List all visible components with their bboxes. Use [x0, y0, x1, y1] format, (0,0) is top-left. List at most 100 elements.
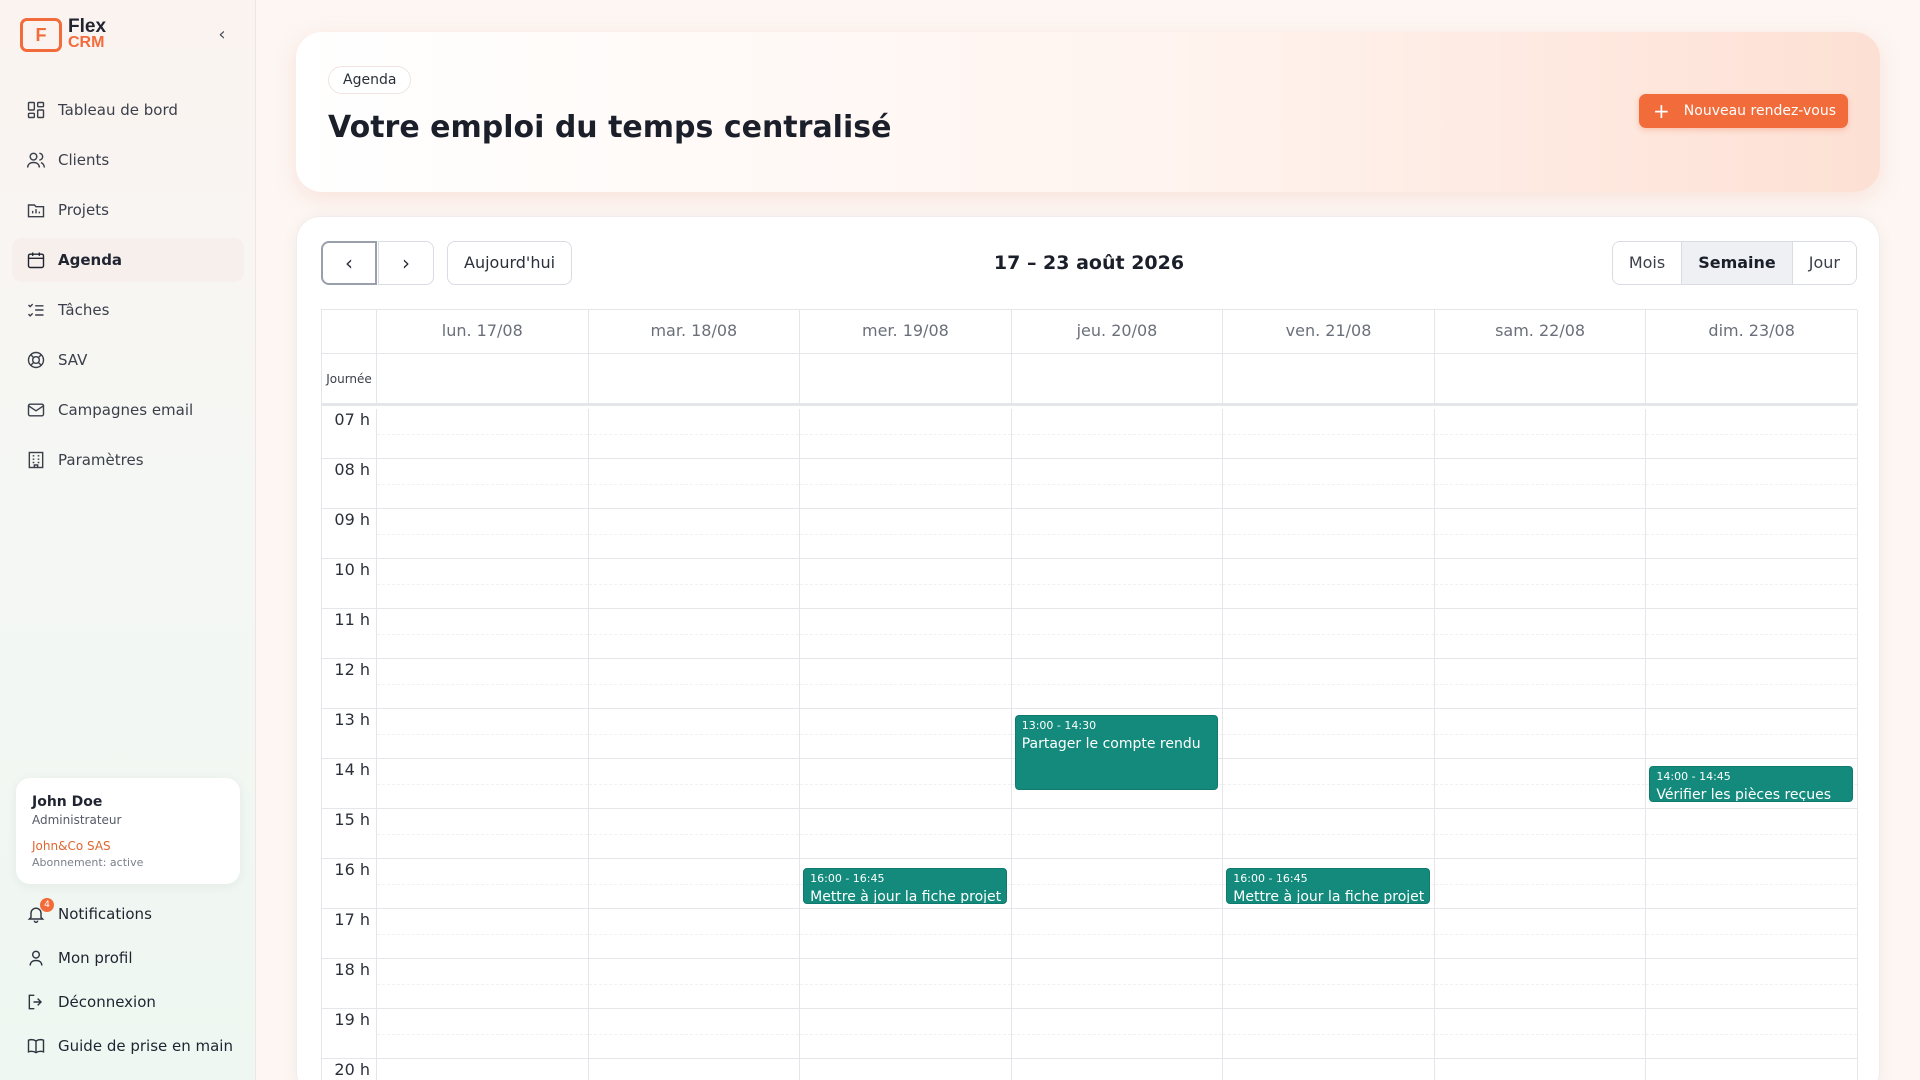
calendar-event[interactable]: 16:00 - 16:45 Mettre à jour la fiche proj… [803, 868, 1007, 905]
time-slot[interactable] [1011, 459, 1224, 508]
all-day-cell[interactable] [1646, 354, 1858, 403]
time-slot[interactable] [800, 959, 1012, 1008]
all-day-cell[interactable] [1435, 354, 1647, 403]
all-day-cell[interactable] [589, 354, 801, 403]
time-slot[interactable] [800, 909, 1012, 958]
time-slot[interactable] [800, 509, 1012, 558]
view-day-button[interactable]: Jour [1792, 242, 1856, 284]
time-slot[interactable] [800, 1059, 1012, 1080]
time-slot[interactable] [1434, 709, 1647, 758]
time-slot[interactable] [1646, 559, 1858, 608]
time-slot[interactable] [588, 509, 801, 558]
view-week-button[interactable]: Semaine [1682, 242, 1793, 284]
time-slot[interactable] [588, 659, 801, 708]
profile-link[interactable]: Mon profil [26, 936, 246, 980]
time-slot[interactable] [1011, 959, 1224, 1008]
time-slot[interactable] [1011, 809, 1224, 858]
time-slot[interactable] [1646, 409, 1858, 458]
time-slot[interactable] [1646, 659, 1858, 708]
today-button[interactable]: Aujourd'hui [447, 241, 573, 285]
time-slot[interactable] [1646, 859, 1858, 908]
time-slot[interactable] [1012, 1059, 1224, 1080]
time-slot[interactable] [1223, 409, 1435, 458]
time-slot[interactable] [800, 809, 1012, 858]
time-slot[interactable] [1434, 1009, 1647, 1058]
sidebar-item-parametres[interactable]: Paramètres [12, 438, 244, 482]
time-slot[interactable] [377, 459, 589, 508]
time-slot[interactable] [1434, 459, 1647, 508]
time-slot[interactable] [588, 609, 801, 658]
time-slot[interactable] [1434, 959, 1647, 1008]
day-header[interactable]: mar. 18/08 [589, 310, 801, 353]
time-slot[interactable] [1223, 1059, 1435, 1080]
sidebar-item-sav[interactable]: SAV [12, 338, 244, 382]
time-slot[interactable] [377, 809, 589, 858]
collapse-sidebar-button[interactable]: ‹ [212, 24, 232, 48]
day-header[interactable]: dim. 23/08 [1646, 310, 1858, 353]
time-slot[interactable] [1011, 1009, 1224, 1058]
time-slot[interactable] [377, 1009, 589, 1058]
time-slot[interactable] [377, 859, 589, 908]
time-slot[interactable] [800, 559, 1012, 608]
time-slot[interactable] [377, 609, 589, 658]
time-slot[interactable] [1011, 859, 1224, 908]
time-slot[interactable] [377, 409, 589, 458]
time-slot[interactable] [1646, 809, 1858, 858]
time-slot[interactable] [1434, 809, 1647, 858]
time-slot[interactable] [377, 759, 589, 808]
time-slot[interactable] [1434, 859, 1647, 908]
time-slot[interactable] [588, 709, 801, 758]
day-header[interactable]: sam. 22/08 [1435, 310, 1647, 353]
time-slot[interactable] [377, 1059, 589, 1080]
time-slot[interactable] [588, 959, 801, 1008]
sidebar-item-taches[interactable]: Tâches [12, 288, 244, 332]
all-day-cell[interactable] [377, 354, 589, 403]
all-day-cell[interactable] [1012, 354, 1224, 403]
time-slot[interactable] [800, 409, 1012, 458]
time-slot[interactable] [1434, 659, 1647, 708]
time-slot[interactable] [800, 459, 1012, 508]
logout-link[interactable]: Déconnexion [26, 980, 246, 1024]
app-logo[interactable]: F Flex CRM [20, 17, 106, 52]
time-slot[interactable] [588, 1009, 801, 1058]
calendar-event[interactable]: 13:00 - 14:30 Partager le compte rendu [1014, 715, 1219, 790]
time-slot[interactable] [1011, 559, 1224, 608]
time-slot[interactable] [1434, 559, 1647, 608]
time-slot[interactable] [1011, 659, 1224, 708]
sidebar-item-campagnes-email[interactable]: Campagnes email [12, 388, 244, 432]
time-slot[interactable] [1646, 909, 1858, 958]
time-slot[interactable] [800, 709, 1012, 758]
time-slot[interactable] [1646, 959, 1858, 1008]
time-slot[interactable] [1223, 559, 1435, 608]
view-month-button[interactable]: Mois [1612, 242, 1683, 284]
time-slot[interactable] [588, 459, 801, 508]
time-slot[interactable] [1434, 409, 1647, 458]
day-header[interactable]: lun. 17/08 [377, 310, 589, 353]
previous-week-button[interactable]: ‹ [321, 241, 377, 285]
time-slot[interactable] [1011, 509, 1224, 558]
time-slot[interactable] [588, 409, 801, 458]
time-slot[interactable] [1646, 1059, 1858, 1080]
sidebar-item-dashboard[interactable]: Tableau de bord [12, 88, 244, 132]
time-slot[interactable] [377, 559, 589, 608]
time-slot[interactable] [1223, 959, 1435, 1008]
sidebar-item-clients[interactable]: Clients [12, 138, 244, 182]
calendar-event[interactable]: 14:00 - 14:45 Vérifier les pièces reçues [1649, 766, 1853, 803]
time-slot[interactable] [377, 909, 589, 958]
all-day-cell[interactable] [1223, 354, 1435, 403]
calendar-event[interactable]: 16:00 - 16:45 Mettre à jour la fiche proj… [1226, 868, 1430, 905]
time-slot[interactable] [1011, 409, 1224, 458]
time-slot[interactable] [1223, 759, 1435, 808]
time-slot[interactable] [800, 759, 1012, 808]
time-slot[interactable] [1223, 1009, 1435, 1058]
time-slot[interactable] [1646, 609, 1858, 658]
time-slot[interactable] [588, 759, 801, 808]
sidebar-item-agenda[interactable]: Agenda [12, 238, 244, 282]
time-slot[interactable] [588, 859, 801, 908]
time-slot[interactable] [1646, 1009, 1858, 1058]
time-slot[interactable] [1434, 759, 1647, 808]
time-slot[interactable] [377, 959, 589, 1008]
time-slot[interactable] [1223, 609, 1435, 658]
time-slot[interactable] [1223, 459, 1435, 508]
time-slot[interactable] [377, 659, 589, 708]
